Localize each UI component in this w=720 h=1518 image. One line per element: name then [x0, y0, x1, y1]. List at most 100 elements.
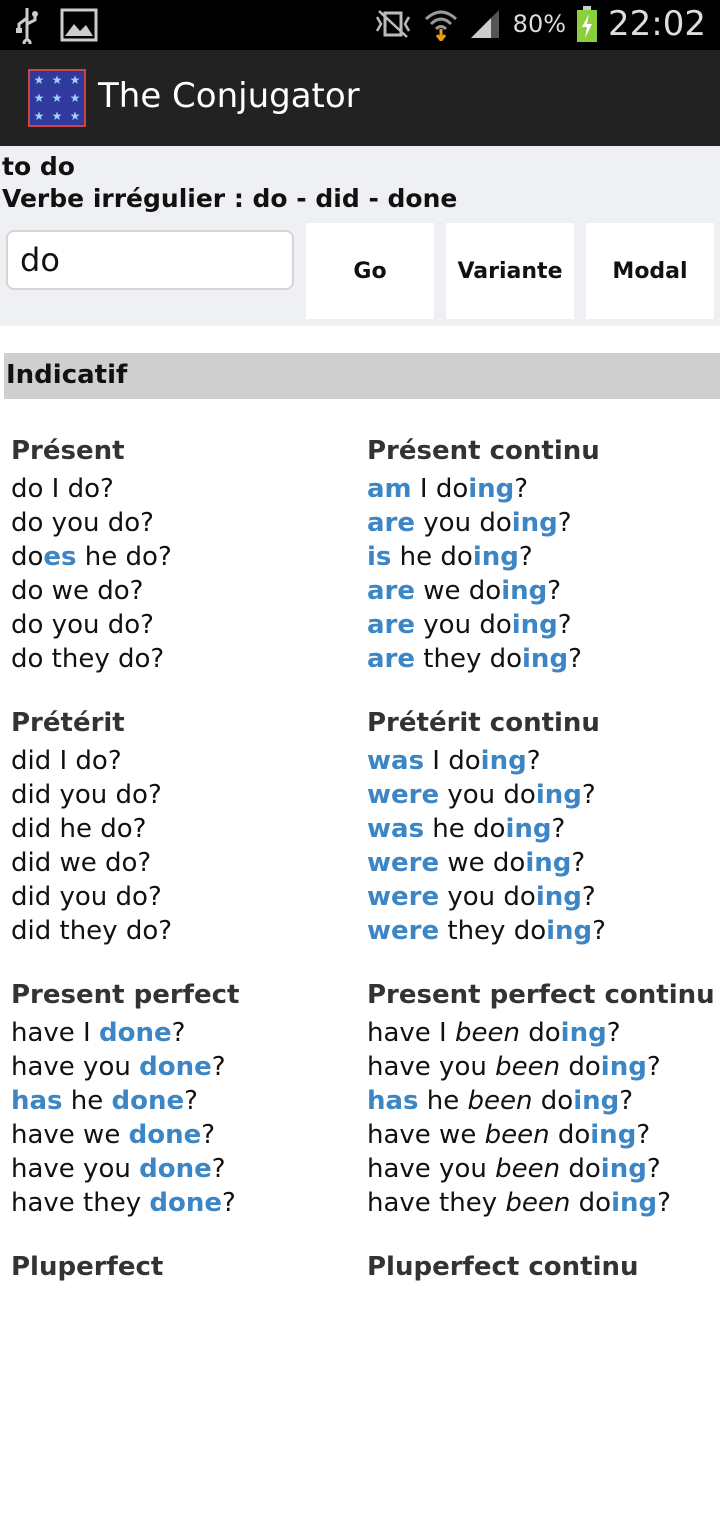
conjugation-line: does he do? [11, 540, 361, 574]
conjugation-segment: ? [551, 814, 566, 844]
conjugation-line: did you do? [11, 880, 361, 914]
conjugation-line: is he doing? [367, 540, 717, 574]
variante-button[interactable]: Variante [446, 223, 574, 319]
conjugation-line: am I doing? [367, 472, 717, 506]
conjugation-segment: are [367, 644, 416, 674]
conjugation-segment: were [367, 848, 440, 878]
conjugation-segment: do [560, 1052, 601, 1082]
conjugation-segment: ing [546, 916, 593, 946]
conjugation-segment: have we [11, 1120, 129, 1150]
tense-title: Pluperfect [11, 1252, 164, 1282]
conjugation-segment: ing [522, 644, 569, 674]
conjugation-segment: do we do? [11, 576, 144, 606]
conjugation-segment: were [367, 916, 440, 946]
conjugation-segment: have they [11, 1188, 150, 1218]
tense-block: Present perfect have I done? have you done… [11, 974, 361, 1246]
conjugation-segment: I do [411, 474, 469, 504]
conjugation-segment: is [367, 542, 392, 572]
conjugation-segment: he [62, 1086, 112, 1116]
conjugation-segment: ? [518, 542, 533, 572]
conjugation-line: do you do? [11, 608, 361, 642]
conjugation-segment: do I do? [11, 474, 114, 504]
conjugation-segment: we do [415, 576, 502, 606]
conjugation-line: are we doing? [367, 574, 717, 608]
conjugation-segment: ing [573, 1086, 620, 1116]
conjugation-segment: ing [600, 1052, 647, 1082]
conjugation-segment: ing [590, 1120, 637, 1150]
section-title: Indicatif [6, 360, 128, 390]
app-logo-icon[interactable]: ★ ★ ★ ★ ★ ★ ★ ★ ★ [28, 69, 86, 127]
conjugation-segment: did I do? [11, 746, 122, 776]
conjugation-segment: has [367, 1086, 419, 1116]
tense-block: Prétérit continu was I doing? were you doi… [367, 702, 717, 974]
image-icon [60, 8, 98, 42]
conjugation-line: have you been doing? [367, 1152, 717, 1186]
conjugation-segment: been [495, 1154, 561, 1184]
tense-title: Pluperfect continu [367, 1252, 639, 1282]
conjugation-segment: do you do? [11, 610, 154, 640]
conjugation-segment: do [549, 1120, 591, 1150]
conjugation-segment: ? [222, 1188, 236, 1218]
conjugation-segment: ? [514, 474, 529, 504]
status-bar: 80% 22:02 [0, 0, 720, 50]
conjugation-line: are you doing? [367, 506, 717, 540]
conjugation-segment: did he do? [11, 814, 147, 844]
conjugation-segment: ing [535, 780, 582, 810]
conjugation-line: have we done? [11, 1118, 361, 1152]
conjugation-segment: ? [568, 644, 582, 674]
go-button[interactable]: Go [306, 223, 434, 319]
conjugation-segment: they do [415, 644, 523, 674]
conjugation-segment: did we do? [11, 848, 152, 878]
conjugation-segment: are [367, 576, 416, 606]
conjugation-line: are you doing? [367, 608, 717, 642]
conjugation-segment: ing [511, 508, 558, 538]
conjugation-segment: you do [439, 882, 536, 912]
conjugation-segment: ing [480, 746, 527, 776]
conjugation-segment: ? [211, 1154, 226, 1184]
vibrate-mute-icon [375, 10, 410, 38]
conjugation-segment: been [467, 1086, 533, 1116]
conjugation-segment: have you [11, 1052, 140, 1082]
conjugation-segment: ing [501, 576, 548, 606]
modal-button[interactable]: Modal [586, 223, 714, 319]
conjugation-segment: ing [505, 814, 552, 844]
conjugation-segment: ? [606, 1018, 621, 1048]
battery-charging-icon [577, 6, 598, 42]
conjugation-segment: do you do? [11, 508, 154, 538]
right-column: Présent continu am I doing? are you doing?… [367, 430, 717, 1518]
conjugation-line: do they do? [11, 642, 361, 676]
conjugation-segment: you do [439, 780, 536, 810]
verb-search-input[interactable] [6, 230, 294, 290]
conjugation-line: were we doing? [367, 846, 717, 880]
tense-block: Pluperfect continu [367, 1246, 717, 1518]
conjugation-line: did they do? [11, 914, 361, 948]
conjugation-segment: do they do? [11, 644, 165, 674]
tense-block: Présent do I do? do you do? does he do? do w… [11, 430, 361, 702]
conjugation-line: have you done? [11, 1050, 361, 1084]
conjugation-line: were you doing? [367, 880, 717, 914]
conjugation-line: was I doing? [367, 744, 717, 778]
action-bar: ★ ★ ★ ★ ★ ★ ★ ★ ★ The Conjugator [0, 50, 720, 146]
conjugation-segment: ? [526, 746, 541, 776]
conjugation-segment: been [505, 1188, 571, 1218]
conjugation-line: have you done? [11, 1152, 361, 1186]
conjugation-segment: did they do? [11, 916, 173, 946]
conjugation-segment: have you [367, 1154, 496, 1184]
conjugation-segment: ? [657, 1188, 671, 1218]
conjugation-line: were they doing? [367, 914, 717, 948]
conjugation-line: did you do? [11, 778, 361, 812]
conjugation-segment: do [560, 1154, 601, 1184]
conjugation-segment: ing [611, 1188, 658, 1218]
conjugation-segment: ? [619, 1086, 634, 1116]
conjugation-segment: ? [581, 882, 596, 912]
conjugation-segment: he do? [76, 542, 172, 572]
conjugation-segment: have I [367, 1018, 455, 1048]
conjugation-line: do I do? [11, 472, 361, 506]
conjugation-segment: done [111, 1086, 185, 1116]
conjugation-segment: am [367, 474, 412, 504]
conjugation-segment: ing [535, 882, 582, 912]
wifi-icon [424, 10, 457, 41]
conjugation-line: do you do? [11, 506, 361, 540]
left-column: Présent do I do? do you do? does he do? do w… [11, 430, 361, 1518]
conjugation-segment: ? [636, 1120, 651, 1150]
